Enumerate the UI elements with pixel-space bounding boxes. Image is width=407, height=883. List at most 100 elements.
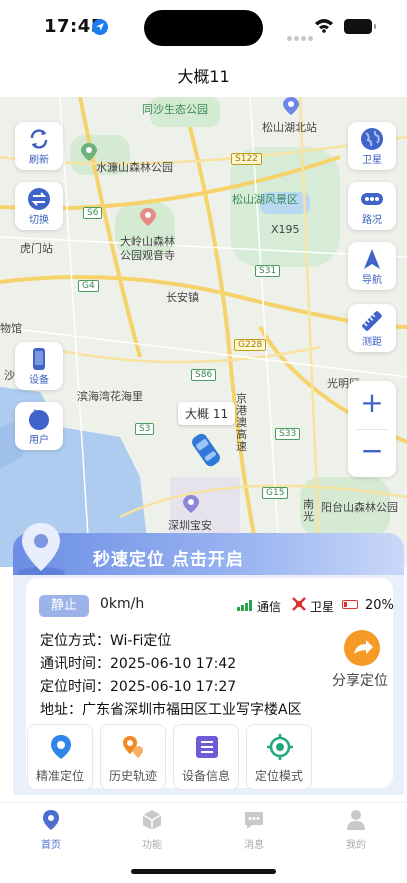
signal-label: 通信 — [257, 600, 282, 614]
tab-messages-label: 消息 — [244, 840, 264, 851]
switch-label: 切换 — [29, 215, 49, 226]
map-label: 物馆 — [0, 322, 22, 335]
map-label: 长安镇 — [166, 291, 199, 304]
map-label: 虎门站 — [20, 242, 53, 255]
map-label: 滨海湾花海里 — [77, 390, 143, 403]
device-info-button[interactable]: 设备信息 — [173, 724, 239, 790]
locate-mode-button[interactable]: 定位模式 — [246, 724, 312, 790]
device-info-card: 静止 0km/h 通信 卫星 20% 定位方式：Wi-Fi定位 通讯时间：202… — [13, 575, 404, 795]
zoom-control: + − — [348, 381, 396, 477]
road-shield: S6 — [83, 207, 103, 219]
map-label: X195 — [271, 223, 300, 236]
map-label: 沙 — [4, 369, 15, 382]
device-info-label: 设备信息 — [181, 769, 230, 783]
road-shield: G228 — [234, 339, 267, 351]
dynamic-island — [144, 10, 263, 46]
map-label: 同沙生态公园 — [142, 103, 208, 116]
vehicle-car-icon[interactable] — [186, 429, 226, 471]
box-icon — [142, 810, 162, 830]
precise-locate-button[interactable]: 精准定位 — [27, 724, 93, 790]
map-label: 南光 — [303, 498, 314, 523]
road-shield: S122 — [231, 153, 262, 165]
road-shield: S3 — [135, 423, 155, 435]
tab-profile[interactable]: 我的 — [336, 809, 376, 851]
device-button[interactable]: 设备 — [15, 342, 63, 390]
satellite-button[interactable]: 卫星 — [348, 122, 396, 170]
map-base-layer — [0, 97, 407, 567]
device-info-panel: 静止 0km/h 通信 卫星 20% 定位方式：Wi-Fi定位 通讯时间：202… — [26, 578, 394, 790]
poi-marker-icon — [140, 208, 156, 226]
satellite-icon — [292, 597, 306, 611]
road-shield: G4 — [78, 280, 99, 292]
target-icon — [267, 734, 293, 760]
home-pin-icon — [43, 810, 59, 830]
user-label: 用户 — [29, 435, 49, 446]
satellite-status-label: 卫星 — [310, 600, 335, 614]
quick-locate-banner[interactable]: 秒速定位 点击开启 — [13, 533, 404, 581]
refresh-label: 刷新 — [29, 155, 49, 166]
status-badge: 静止 — [39, 595, 89, 617]
zoom-in-button[interactable]: + — [348, 381, 396, 429]
share-location-label[interactable]: 分享定位 — [332, 670, 388, 690]
measure-label: 测距 — [362, 337, 382, 348]
traffic-button[interactable]: 路况 — [348, 182, 396, 230]
cellular-signal-icon — [287, 26, 315, 45]
status-bar: 17:45 — [0, 0, 407, 56]
airport-icon — [183, 495, 199, 513]
locate-mode-label: 定位模式 — [254, 769, 303, 783]
wifi-icon — [315, 19, 333, 33]
map-label: 松山湖北站 — [262, 121, 317, 134]
address: 地址：广东省深圳市福田区工业写字楼A区 — [40, 702, 302, 718]
globe-icon — [361, 128, 383, 150]
precise-locate-label: 精准定位 — [35, 769, 84, 783]
locate-time: 定位时间：2025-06-10 17:27 — [40, 679, 237, 695]
refresh-icon — [30, 129, 48, 149]
tab-functions[interactable]: 功能 — [132, 809, 172, 851]
map-view[interactable]: 同沙生态公园 松山湖北站 水濂山森林公园 S122 松山湖风景区 S6 大岭山森… — [0, 97, 407, 567]
share-location-button[interactable] — [344, 630, 380, 666]
user-icon — [29, 409, 49, 430]
history-track-button[interactable]: 历史轨迹 — [100, 724, 166, 790]
navigation-icon — [364, 249, 380, 269]
refresh-button[interactable]: 刷新 — [15, 122, 63, 170]
measure-button[interactable]: 测距 — [348, 304, 396, 352]
battery-low-icon — [342, 600, 358, 609]
location-arrow-icon — [92, 19, 108, 35]
road-shield: S33 — [275, 428, 301, 440]
track-icon — [123, 736, 143, 758]
battery-value: 20% — [365, 598, 394, 613]
tab-home[interactable]: 首页 — [31, 809, 71, 851]
traffic-label: 路况 — [362, 215, 382, 226]
signal-bars-icon — [237, 600, 252, 611]
map-label: 水濂山森林公园 — [96, 161, 173, 174]
map-label: 公园观音寺 — [120, 249, 175, 262]
banner-text: 秒速定位 点击开启 — [93, 550, 244, 570]
tab-home-label: 首页 — [41, 840, 61, 851]
battery-icon — [344, 19, 376, 34]
pin-icon — [51, 735, 71, 759]
map-label: 阳台山森林公园 — [321, 501, 398, 514]
message-icon — [245, 812, 263, 829]
navigation-button[interactable]: 导航 — [348, 242, 396, 290]
ruler-icon — [362, 311, 382, 331]
tab-functions-label: 功能 — [142, 840, 162, 851]
map-label: 京港澳高速 — [236, 392, 247, 453]
page-title: 大概11 — [0, 56, 407, 98]
poi-marker-icon — [283, 97, 299, 115]
device-label: 设备 — [29, 375, 49, 386]
location-pin-icon — [17, 523, 65, 579]
map-label: 松山湖风景区 — [232, 193, 298, 206]
phone-icon — [33, 348, 45, 370]
tab-messages[interactable]: 消息 — [234, 809, 274, 851]
switch-button[interactable]: 切换 — [15, 182, 63, 230]
navigation-label: 导航 — [362, 275, 382, 286]
vehicle-tag[interactable]: 大概 11 — [178, 402, 236, 425]
list-icon — [196, 736, 218, 758]
zoom-out-button[interactable]: − — [348, 429, 396, 477]
home-indicator[interactable] — [131, 869, 276, 874]
road-shield: G15 — [262, 487, 289, 499]
user-button[interactable]: 用户 — [15, 402, 63, 450]
map-label: 深圳宝安 — [168, 519, 212, 532]
person-icon — [347, 810, 365, 830]
comm-time: 通讯时间：2025-06-10 17:42 — [40, 656, 237, 672]
